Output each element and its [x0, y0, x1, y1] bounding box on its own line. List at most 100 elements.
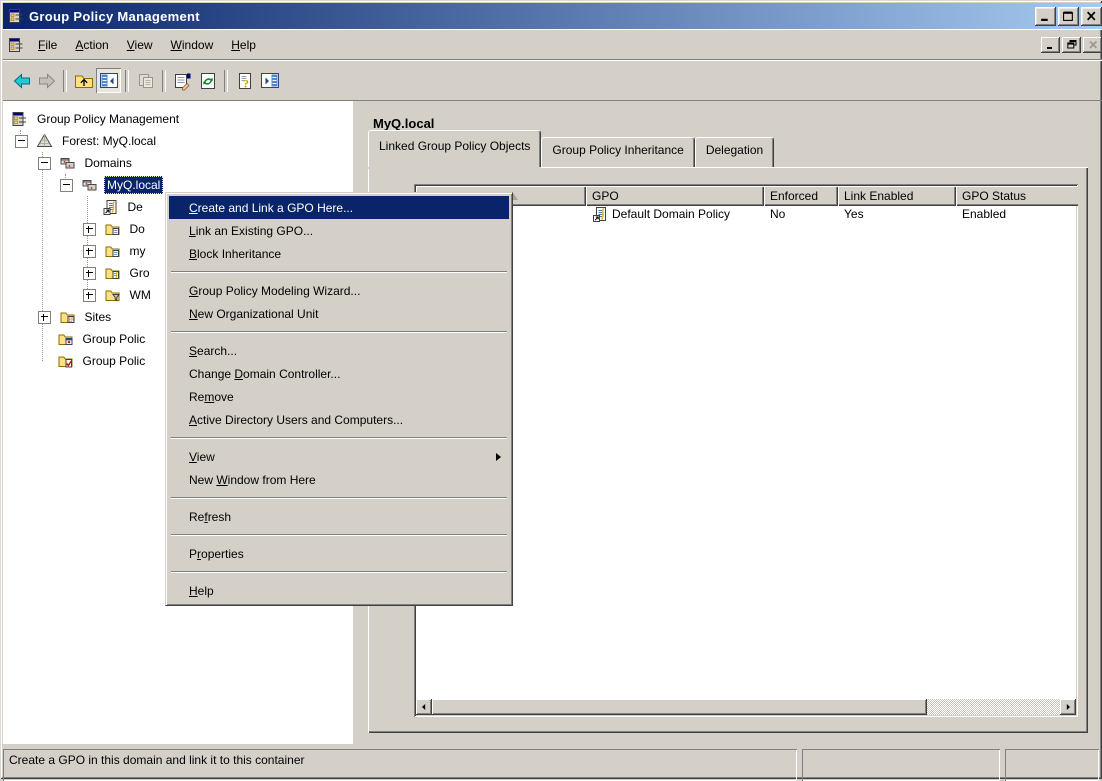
pane-title: MyQ.local: [373, 116, 434, 131]
window-title: Group Policy Management: [29, 9, 1033, 24]
tab-group-policy-inheritance[interactable]: Group Policy Inheritance: [541, 137, 694, 167]
scroll-right-button[interactable]: [1060, 699, 1076, 715]
mdi-minimize-button[interactable]: [1041, 37, 1060, 53]
action-pane-icon: [260, 71, 280, 91]
mdi-close-button: [1083, 37, 1102, 53]
folder-wmi-icon: [104, 287, 121, 303]
status-panel-3: [1005, 749, 1099, 781]
expand-toggle-icon[interactable]: [83, 245, 96, 258]
menu-item-block-inheritance[interactable]: Block Inheritance: [169, 242, 509, 265]
folder-ou-icon: [104, 243, 121, 259]
column-header-gpo-status[interactable]: GPO Status: [956, 186, 1078, 206]
minimize-button[interactable]: [1035, 7, 1056, 26]
menu-item-new-window-from-here[interactable]: New Window from Here: [169, 468, 509, 491]
collapse-toggle-icon[interactable]: [60, 179, 73, 192]
menu-item-view[interactable]: View: [169, 445, 509, 468]
menu-item-help[interactable]: Help: [169, 579, 509, 602]
scrollbar-thumb[interactable]: [432, 699, 927, 715]
toolbar-buttons: ?: [9, 68, 282, 93]
mdi-child-icon: [8, 37, 24, 53]
column-header-label: Enforced: [770, 189, 818, 203]
expand-toggle-icon[interactable]: [83, 267, 96, 280]
expand-toggle-icon[interactable]: [38, 311, 51, 324]
title-bar: Group Policy Management: [3, 3, 1102, 29]
forward-button: [34, 68, 59, 93]
expand-toggle-icon[interactable]: [83, 223, 96, 236]
show-hide-action-pane-button[interactable]: [257, 68, 282, 93]
status-bar: Create a GPO in this domain and link it …: [3, 744, 1099, 781]
show-hide-console-tree-button[interactable]: [96, 68, 121, 93]
collapse-toggle-icon[interactable]: [38, 157, 51, 170]
refresh-button[interactable]: [195, 68, 220, 93]
status-text: Create a GPO in this domain and link it …: [3, 749, 797, 781]
menu-item-link-an-existing-gpo[interactable]: Link an Existing GPO...: [169, 219, 509, 242]
horizontal-scrollbar[interactable]: [416, 699, 1076, 715]
tree-item-forest-myq-local-1[interactable]: Forest: MyQ.local: [3, 130, 353, 152]
menu-item-search[interactable]: Search...: [169, 339, 509, 362]
tree-item-label: Group Policy Management: [34, 110, 182, 128]
folder-sites-icon: [59, 309, 76, 325]
maximize-button[interactable]: [1058, 7, 1079, 26]
column-header-enforced[interactable]: Enforced: [764, 186, 838, 206]
tab-delegation[interactable]: Delegation: [695, 137, 774, 167]
export-list-button: [133, 68, 158, 93]
menu-bar: FileActionViewWindowHelp: [3, 29, 1102, 60]
properties-button[interactable]: [170, 68, 195, 93]
folder-gpo-icon: [104, 265, 121, 281]
menu-separator: [169, 265, 509, 279]
column-header-label: Link Enabled: [844, 189, 913, 203]
menu-item-create-and-link-a-gpo-here[interactable]: Create and Link a GPO Here...: [169, 196, 509, 219]
menu-item-group-policy-modeling-wizard[interactable]: Group Policy Modeling Wizard...: [169, 279, 509, 302]
table-cell-gpo-status: Enabled: [956, 207, 1078, 221]
menu-view[interactable]: View: [118, 33, 162, 57]
tab-linked-group-policy-objects[interactable]: Linked Group Policy Objects: [368, 130, 541, 167]
toolbar-separator: [162, 70, 166, 92]
menu-window[interactable]: Window: [162, 33, 223, 57]
table-header-row: GPOEnforcedLink EnabledGPO StatusWMI Fil…: [416, 186, 1078, 204]
gpmc-window: Group Policy Management FileActionViewWi…: [0, 0, 1102, 779]
toolbar-separator: [125, 70, 129, 92]
menu-action[interactable]: Action: [66, 33, 117, 57]
menu-item-properties[interactable]: Properties: [169, 542, 509, 565]
domains-icon: [59, 155, 76, 171]
close-button[interactable]: [1081, 7, 1102, 26]
scroll-left-button[interactable]: [416, 699, 432, 715]
tree-item-label: Sites: [82, 308, 115, 326]
menu-item-new-organizational-unit[interactable]: New Organizational Unit: [169, 302, 509, 325]
forest-icon: [36, 133, 53, 149]
table-cell-text: No: [770, 207, 785, 221]
toolbar: ?: [3, 60, 1102, 101]
menu-separator: [169, 528, 509, 542]
menu-file[interactable]: File: [29, 33, 66, 57]
help-button[interactable]: ?: [232, 68, 257, 93]
expand-toggle-icon[interactable]: [83, 289, 96, 302]
tab-strip: Linked Group Policy ObjectsGroup Policy …: [368, 139, 774, 167]
collapse-toggle-icon[interactable]: [15, 135, 28, 148]
tree-item-label: Gro: [127, 264, 153, 282]
tree-item-domains-2[interactable]: Domains: [3, 152, 353, 174]
scrollbar-track[interactable]: [927, 699, 1060, 715]
tree-item-label: Domains: [82, 154, 135, 172]
menu-item-refresh[interactable]: Refresh: [169, 505, 509, 528]
tree-expander-spacer: [83, 202, 94, 213]
help-icon: ?: [235, 71, 255, 91]
back-button[interactable]: [9, 68, 34, 93]
menu-item-active-directory-users-and-computers[interactable]: Active Directory Users and Computers...: [169, 408, 509, 431]
column-header-gpo[interactable]: GPO: [586, 186, 764, 206]
table-row[interactable]: Default Domain PolicyNoYesEnabledNone: [416, 204, 1078, 224]
menu-item-remove[interactable]: Remove: [169, 385, 509, 408]
column-header-link-enabled[interactable]: Link Enabled: [838, 186, 956, 206]
mdi-restore-button[interactable]: [1062, 37, 1081, 53]
tree-item-group-policy-management-0[interactable]: Group Policy Management: [3, 108, 353, 130]
menu-help[interactable]: Help: [222, 33, 265, 57]
menu-item-change-domain-controller[interactable]: Change Domain Controller...: [169, 362, 509, 385]
scroll-left-icon: [420, 703, 428, 711]
table-cell-link-enabled: Yes: [838, 207, 956, 221]
menu-separator: [169, 565, 509, 579]
status-panel-2: [802, 749, 1000, 781]
table-cell-text: Yes: [844, 207, 864, 221]
up-one-level-button[interactable]: [71, 68, 96, 93]
tree-item-label: Group Polic: [80, 352, 149, 370]
properties-icon: [173, 71, 193, 91]
tree-item-label: WM: [127, 286, 154, 304]
